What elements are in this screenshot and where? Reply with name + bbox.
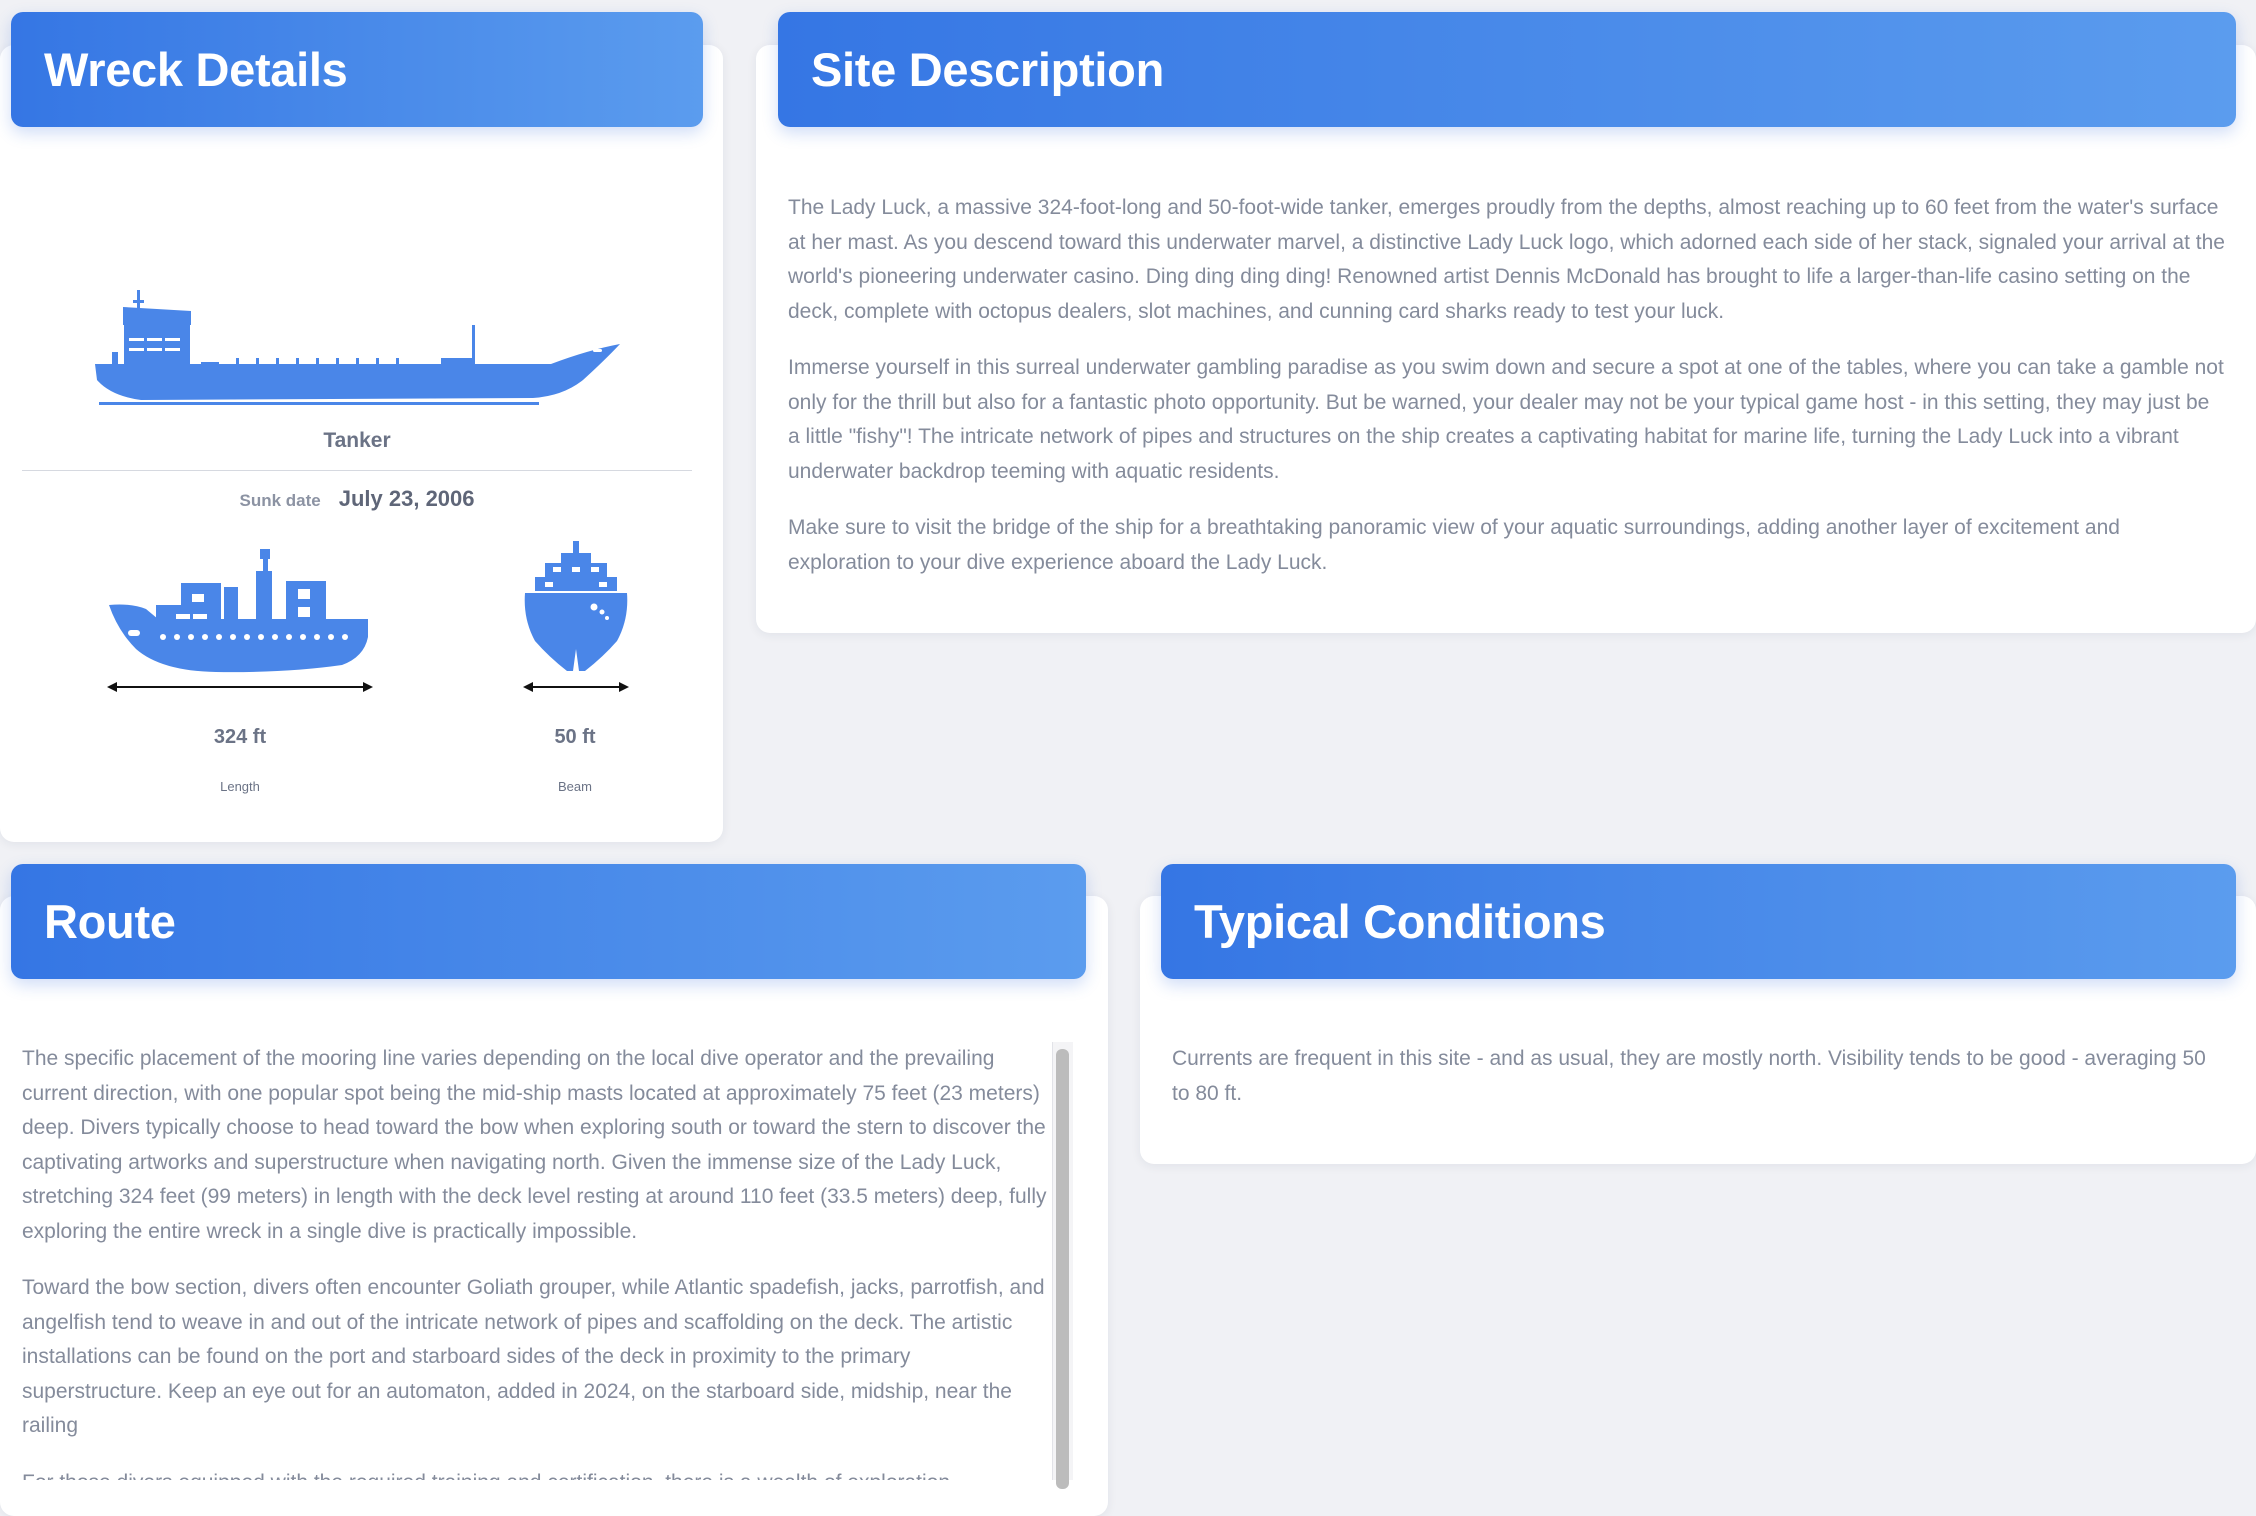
ship-front-icon — [524, 541, 628, 671]
route-header: Route — [11, 864, 1086, 979]
sunk-date-row: Sunk date July 23, 2006 — [11, 486, 703, 512]
site-description-header: Site Description — [778, 12, 2236, 127]
site-description-paragraph-1: The Lady Luck, a massive 324-foot-long a… — [788, 196, 2225, 323]
site-description-paragraph-3: Make sure to visit the bridge of the shi… — [788, 516, 2120, 574]
wreck-details-header: Wreck Details — [11, 12, 703, 127]
site-description-title: Site Description — [811, 43, 1165, 96]
site-description-paragraph-2: Immerse yourself in this surreal underwa… — [788, 356, 2224, 483]
sunk-date-label: Sunk date — [239, 491, 321, 510]
beam-value: 50 ft — [554, 726, 596, 748]
wreck-details-title: Wreck Details — [44, 43, 348, 96]
sunk-date-value: July 23, 2006 — [338, 486, 475, 511]
length-value: 324 ft — [213, 726, 267, 748]
route-scroll-area[interactable]: The specific placement of the mooring li… — [0, 1030, 1078, 1480]
route-title: Route — [44, 895, 176, 948]
length-label: Length — [220, 779, 260, 794]
route-paragraph-2: Toward the bow section, divers often enc… — [22, 1276, 1045, 1438]
route-scrollbar-thumb[interactable] — [1056, 1049, 1069, 1489]
tanker-ship-icon — [95, 290, 620, 405]
ship-side-icon — [109, 549, 368, 673]
route-paragraph-1: The specific placement of the mooring li… — [22, 1047, 1047, 1243]
beam-arrow-icon — [523, 682, 629, 692]
ship-type-label: Tanker — [323, 429, 391, 452]
wreck-details-divider — [22, 470, 692, 471]
route-paragraph-3: For those divers equipped with the requi… — [22, 1466, 1047, 1480]
typical-conditions-text: Currents are frequent in this site - and… — [1172, 1047, 2206, 1105]
typical-conditions-header: Typical Conditions — [1161, 864, 2236, 979]
beam-label: Beam — [558, 779, 592, 794]
length-arrow-icon — [107, 682, 373, 692]
typical-conditions-title: Typical Conditions — [1194, 895, 1606, 948]
